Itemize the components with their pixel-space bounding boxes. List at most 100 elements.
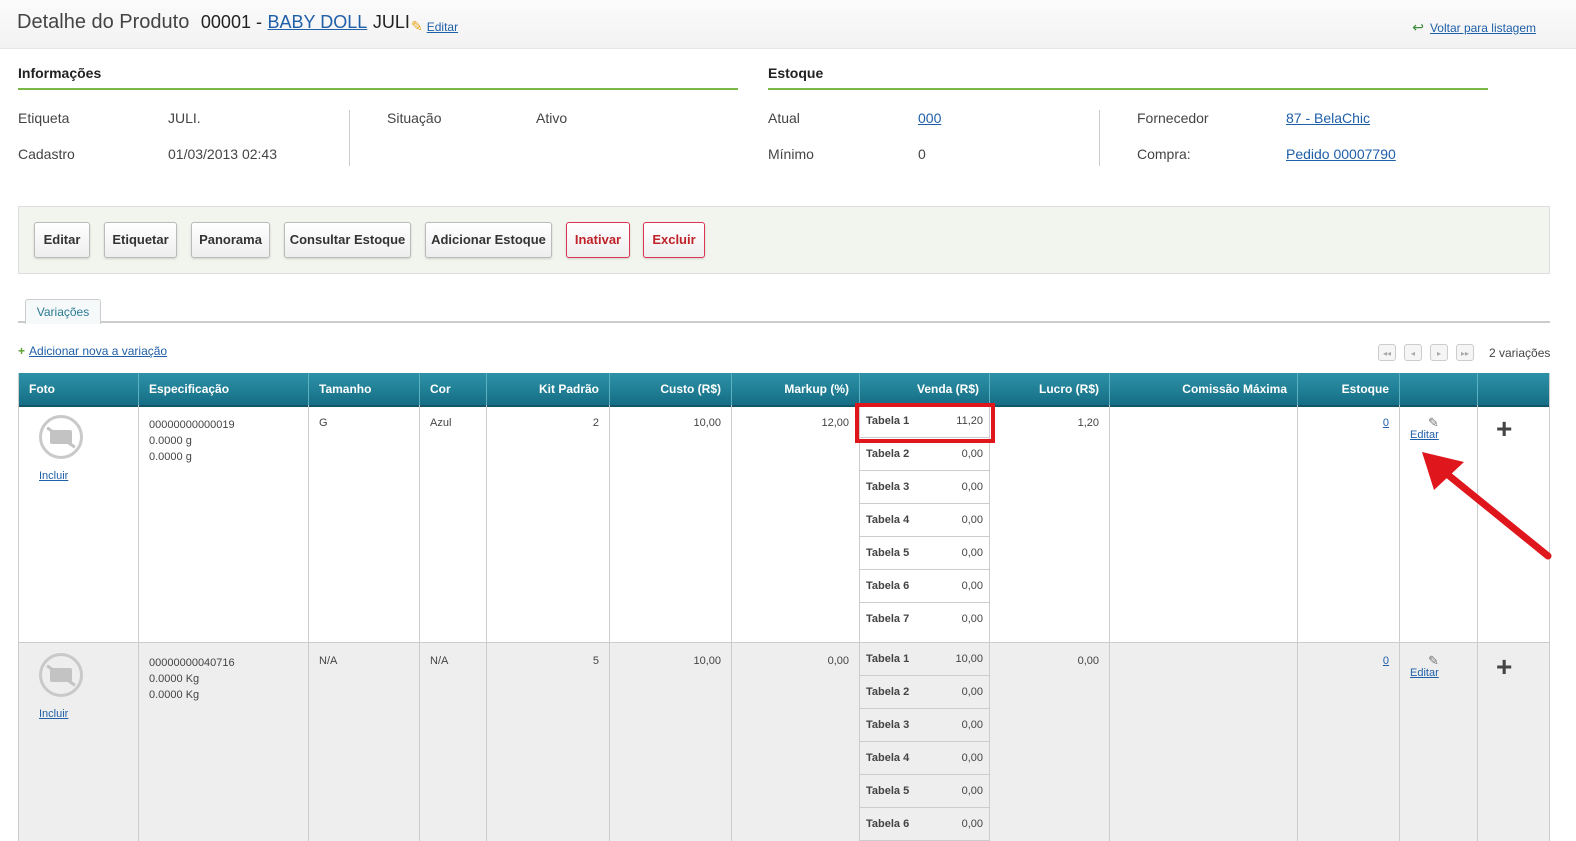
stock-section-title: Estoque (768, 65, 824, 81)
incluir-photo-link[interactable]: Incluir (39, 708, 68, 720)
atual-label: Atual (768, 110, 800, 126)
markup-cell: 12,00 (731, 405, 859, 642)
add-icon[interactable]: + (1496, 651, 1512, 683)
add-variation-link[interactable]: + Adicionar nova a variação (18, 344, 167, 358)
price-name: Tabela 2 (866, 448, 910, 460)
col-custo: Custo (R$) (609, 373, 731, 405)
price-value: 0,00 (961, 514, 983, 526)
product-label: JULI (372, 12, 410, 32)
fornecedor-label: Fornecedor (1137, 110, 1209, 126)
tamanho-cell: N/A (308, 643, 419, 841)
page-title-text: Detalhe do Produto (17, 11, 190, 33)
add-cell: + (1477, 643, 1549, 841)
col-estoque: Estoque (1297, 373, 1399, 405)
no-photo-icon (39, 653, 83, 697)
spec-code: 00000000040716 (149, 657, 235, 669)
spec-cell: 00000000040716 0.0000 Kg 0.0000 Kg (138, 643, 308, 841)
edit-product-label[interactable]: Editar (427, 20, 458, 34)
price-value: 0,00 (961, 547, 983, 559)
price-value: 0,00 (961, 818, 983, 830)
price-name: Tabela 5 (866, 785, 910, 797)
price-row: Tabela 6 0,00 (860, 570, 989, 603)
page-title: Detalhe do Produto 00001 - BABY DOLL JUL… (17, 11, 410, 34)
panorama-button[interactable]: Panorama (191, 222, 270, 258)
add-variation-label[interactable]: Adicionar nova a variação (29, 344, 167, 358)
estoque-link[interactable]: 0 (1383, 417, 1389, 429)
info-section-title: Informações (18, 65, 102, 81)
adicionar-estoque-button[interactable]: Adicionar Estoque (425, 222, 552, 258)
price-name: Tabela 4 (866, 752, 910, 764)
price-name: Tabela 2 (866, 686, 910, 698)
pencil-icon: ✎ (411, 18, 423, 34)
photo-cell: Incluir (19, 405, 138, 642)
first-page-button[interactable]: ◂◂ (1378, 344, 1396, 361)
minimo-value: 0 (918, 146, 926, 162)
kit-cell: 2 (486, 405, 609, 642)
compra-link[interactable]: Pedido 00007790 (1286, 146, 1396, 162)
spec-cell: 00000000000019 0.0000 g 0.0000 g (138, 405, 308, 642)
fornecedor-link[interactable]: 87 - BelaChic (1286, 110, 1370, 126)
add-icon[interactable]: + (1496, 413, 1512, 445)
table-header: Foto Especificação Tamanho Cor Kit Padrã… (19, 373, 1549, 407)
atual-value-link[interactable]: 000 (918, 110, 941, 126)
info-separator (349, 110, 350, 166)
photo-cell: Incluir (19, 643, 138, 841)
price-name: Tabela 7 (866, 613, 910, 625)
pencil-icon: ✎ (1428, 415, 1439, 430)
last-page-button[interactable]: ▸▸ (1456, 344, 1474, 361)
cor-cell: N/A (419, 643, 486, 841)
col-kit: Kit Padrão (486, 373, 609, 405)
estoque-cell: 0 (1297, 643, 1399, 841)
excluir-button[interactable]: Excluir (643, 222, 705, 258)
lucro-cell: 1,20 (989, 405, 1109, 642)
custo-cell: 10,00 (609, 405, 731, 642)
edit-cell[interactable]: ✎ Editar (1399, 643, 1477, 841)
spec-code: 00000000000019 (149, 419, 235, 431)
cor-cell: Azul (419, 405, 486, 642)
price-value: 0,00 (961, 580, 983, 592)
price-name: Tabela 3 (866, 481, 910, 493)
edit-product-link[interactable]: ✎ Editar (411, 18, 458, 35)
cadastro-label: Cadastro (18, 146, 75, 162)
price-row: Tabela 4 0,00 (860, 742, 989, 775)
pencil-icon: ✎ (1428, 653, 1439, 668)
consultar-estoque-button[interactable]: Consultar Estoque (284, 222, 411, 258)
price-row: Tabela 1 10,00 (860, 643, 989, 676)
inativar-button[interactable]: Inativar (566, 222, 630, 258)
col-cor: Cor (419, 373, 486, 405)
back-link[interactable]: ↩ Voltar para listagem (1412, 19, 1536, 36)
stock-separator (1099, 110, 1100, 166)
action-toolbar: Editar Etiquetar Panorama Consultar Esto… (18, 206, 1550, 274)
price-value: 0,00 (961, 686, 983, 698)
situacao-label: Situação (387, 110, 442, 126)
back-link-label[interactable]: Voltar para listagem (1430, 21, 1536, 35)
back-arrow-icon: ↩ (1412, 19, 1424, 35)
next-page-button[interactable]: ▸ (1430, 344, 1448, 361)
product-code: 00001 - (200, 12, 262, 32)
editar-button[interactable]: Editar (34, 222, 90, 258)
tab-variacoes[interactable]: Variações (25, 299, 101, 324)
price-name: Tabela 3 (866, 719, 910, 731)
price-value: 0,00 (961, 613, 983, 625)
estoque-cell: 0 (1297, 405, 1399, 642)
compra-label: Compra: (1137, 146, 1191, 162)
estoque-link[interactable]: 0 (1383, 655, 1389, 667)
price-row: Tabela 3 0,00 (860, 709, 989, 742)
price-name: Tabela 4 (866, 514, 910, 526)
minimo-label: Mínimo (768, 146, 814, 162)
col-markup: Markup (%) (731, 373, 859, 405)
edit-variation-link[interactable]: Editar (1410, 667, 1439, 679)
price-name: Tabela 6 (866, 818, 910, 830)
col-edit (1399, 373, 1477, 405)
edit-variation-link[interactable]: Editar (1410, 429, 1439, 441)
prev-page-button[interactable]: ◂ (1404, 344, 1422, 361)
spec-weight: 0.0000 Kg (149, 673, 200, 685)
price-value: 0,00 (961, 448, 983, 460)
info-divider (18, 88, 738, 90)
incluir-photo-link[interactable]: Incluir (39, 470, 68, 482)
price-name: Tabela 6 (866, 580, 910, 592)
etiquetar-button[interactable]: Etiquetar (104, 222, 177, 258)
product-link[interactable]: BABY DOLL (268, 12, 368, 32)
situacao-value: Ativo (536, 110, 568, 126)
col-add (1477, 373, 1549, 405)
